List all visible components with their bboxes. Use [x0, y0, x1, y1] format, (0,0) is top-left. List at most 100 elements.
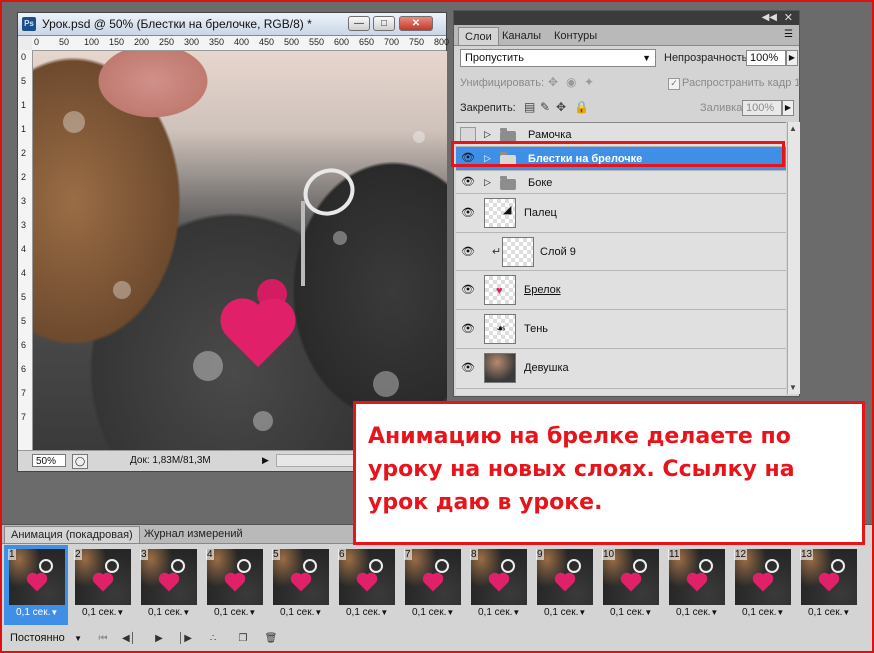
eye-icon[interactable]: 👁 — [460, 206, 476, 222]
delete-frame-icon[interactable]: 🗑 — [262, 632, 280, 646]
fill-slider-button[interactable]: ▶ — [782, 100, 794, 116]
restore-button[interactable]: □ — [373, 16, 395, 31]
layer-row-ten[interactable]: 👁 ☙ Тень — [456, 310, 786, 349]
panel-menu-icon[interactable]: ☰ — [784, 29, 793, 40]
animation-frame[interactable]: 1 0,1 сек.▼ — [4, 545, 68, 625]
ruler-corner[interactable] — [18, 36, 33, 51]
horizontal-ruler[interactable]: 0 50 100 150 200 250 300 350 400 450 500 550 600 650 7… — [32, 36, 449, 51]
ruler-tick: 4 — [21, 244, 27, 254]
animation-frame[interactable]: 2 0,1 сек.▼ — [70, 545, 134, 625]
previous-frame-icon[interactable]: ◀│ — [120, 632, 138, 646]
next-frame-icon[interactable]: │▶ — [176, 632, 194, 646]
zoom-preview-icon[interactable]: ◯ — [72, 454, 88, 469]
close-panel-icon[interactable]: ✕ — [784, 11, 793, 24]
lock-position-icon[interactable]: ✥ — [556, 100, 566, 114]
frame-delay[interactable]: 0,1 сек.▼ — [82, 607, 124, 618]
fill-field[interactable]: 100% — [742, 100, 782, 116]
scroll-up-icon[interactable]: ▲ — [789, 124, 797, 133]
layer-row-boke[interactable]: 👁 ▷ Боке — [456, 171, 786, 194]
frame-delay[interactable]: 0,1 сек.▼ — [544, 607, 586, 618]
minimize-button[interactable]: — — [348, 16, 370, 31]
layer-thumbnail[interactable]: ◢ — [484, 198, 516, 228]
layer-row-palets[interactable]: 👁 ◢ Палец — [456, 194, 786, 233]
image-canvas[interactable] — [33, 51, 447, 451]
unify-position-icon[interactable]: ✥ — [548, 75, 558, 89]
frame-thumbnail[interactable] — [405, 549, 461, 605]
frame-delay[interactable]: 0,1 сек.▼ — [742, 607, 784, 618]
frame-thumbnail[interactable] — [7, 547, 67, 607]
animation-frame[interactable]: 3 0,1 сек.▼ — [136, 545, 200, 625]
frame-thumbnail[interactable] — [207, 549, 263, 605]
zoom-field[interactable]: 50% — [32, 454, 66, 467]
eye-icon[interactable]: 👁 — [460, 361, 476, 377]
frame-number: 1 — [8, 549, 16, 560]
eye-icon[interactable]: 👁 — [460, 322, 476, 338]
layer-thumbnail[interactable] — [502, 237, 534, 267]
layer-row-devushka[interactable]: 👁 Девушка — [456, 349, 786, 389]
lock-transparency-icon[interactable]: ▤ — [524, 100, 535, 114]
frame-thumbnail[interactable] — [471, 549, 527, 605]
layer-thumbnail[interactable] — [484, 353, 516, 383]
frame-delay[interactable]: 0,1 сек.▼ — [16, 607, 58, 618]
duplicate-frame-icon[interactable]: ❐ — [234, 632, 252, 646]
frame-delay[interactable]: 0,1 сек.▼ — [280, 607, 322, 618]
blend-mode-select[interactable]: Пропустить ▼ — [460, 49, 656, 67]
frame-delay[interactable]: 0,1 сек.▼ — [676, 607, 718, 618]
eye-icon[interactable]: 👁 — [460, 245, 476, 261]
frame-delay[interactable]: 0,1 сек.▼ — [346, 607, 388, 618]
tab-paths[interactable]: Контуры — [548, 27, 603, 45]
first-frame-icon[interactable]: ⏮ — [94, 632, 112, 646]
panel-header[interactable]: ◀◀ ✕ — [454, 11, 799, 25]
animation-frame[interactable]: 5 0,1 сек.▼ — [268, 545, 332, 625]
layer-thumbnail[interactable]: ♥ — [484, 275, 516, 305]
layer-row-brelok[interactable]: 👁 ♥ Брелок — [456, 271, 786, 310]
frame-delay[interactable]: 0,1 сек.▼ — [610, 607, 652, 618]
propagate-frame-checkbox[interactable]: ✓ — [668, 78, 680, 90]
expand-triangle-icon[interactable]: ▷ — [484, 177, 491, 188]
vertical-ruler[interactable]: 0 5 1 1 2 2 3 3 4 4 5 5 6 6 7 7 — [18, 50, 33, 452]
frame-delay[interactable]: 0,1 сек.▼ — [412, 607, 454, 618]
unify-style-icon[interactable]: ✦ — [584, 75, 594, 89]
frame-thumbnail[interactable] — [141, 549, 197, 605]
frame-delay[interactable]: 0,1 сек.▼ — [148, 607, 190, 618]
animation-frame[interactable]: 10 0,1 сек.▼ — [598, 545, 662, 625]
animation-frame[interactable]: 8 0,1 сек.▼ — [466, 545, 530, 625]
document-titlebar[interactable]: Ps Урок.psd @ 50% (Блестки на брелочке, … — [18, 13, 446, 36]
tab-channels[interactable]: Каналы — [496, 27, 547, 45]
play-icon[interactable]: ▶ — [150, 632, 168, 646]
animation-frame[interactable]: 6 0,1 сек.▼ — [334, 545, 398, 625]
status-menu-arrow-icon[interactable]: ▶ — [262, 455, 269, 466]
close-button[interactable]: ✕ — [399, 16, 433, 31]
lock-pixels-icon[interactable]: ✎ — [540, 100, 550, 114]
animation-frame[interactable]: 13 0,1 сек.▼ — [796, 545, 860, 625]
layers-scrollbar[interactable]: ▲ ▼ — [787, 122, 800, 394]
animation-frame[interactable]: 7 0,1 сек.▼ — [400, 545, 464, 625]
tab-measurement-log[interactable]: Журнал измерений — [138, 526, 249, 543]
layer-row-sloi-9[interactable]: 👁 ↵ Слой 9 — [456, 233, 786, 271]
eye-icon[interactable]: 👁 — [460, 283, 476, 299]
frame-delay[interactable]: 0,1 сек.▼ — [214, 607, 256, 618]
animation-frame[interactable]: 11 0,1 сек.▼ — [664, 545, 728, 625]
frame-thumbnail[interactable] — [273, 549, 329, 605]
loop-select[interactable]: Постоянно ▼ — [6, 631, 84, 646]
tween-icon[interactable]: ∴ — [204, 632, 222, 646]
frame-thumbnail[interactable] — [339, 549, 395, 605]
unify-visibility-icon[interactable]: ◉ — [566, 75, 576, 89]
frame-delay[interactable]: 0,1 сек.▼ — [808, 607, 850, 618]
scroll-down-icon[interactable]: ▼ — [789, 383, 797, 392]
animation-frame[interactable]: 4 0,1 сек.▼ — [202, 545, 266, 625]
eye-icon[interactable]: 👁 — [460, 175, 476, 191]
tab-layers[interactable]: Слои — [458, 27, 499, 45]
tab-animation[interactable]: Анимация (покадровая) — [4, 526, 140, 543]
animation-frame[interactable]: 9 0,1 сек.▼ — [532, 545, 596, 625]
opacity-slider-button[interactable]: ▶ — [786, 50, 798, 66]
frame-thumbnail[interactable] — [537, 549, 593, 605]
lock-all-icon[interactable]: 🔒 — [574, 100, 589, 114]
layer-thumbnail[interactable]: ☙ — [484, 314, 516, 344]
frame-delay[interactable]: 0,1 сек.▼ — [478, 607, 520, 618]
expand-triangle-icon[interactable]: ▷ — [484, 129, 491, 140]
collapse-icon[interactable]: ◀◀ — [762, 12, 777, 23]
animation-frame[interactable]: 12 0,1 сек.▼ — [730, 545, 794, 625]
frame-thumbnail[interactable] — [75, 549, 131, 605]
opacity-field[interactable]: 100% — [746, 50, 786, 66]
